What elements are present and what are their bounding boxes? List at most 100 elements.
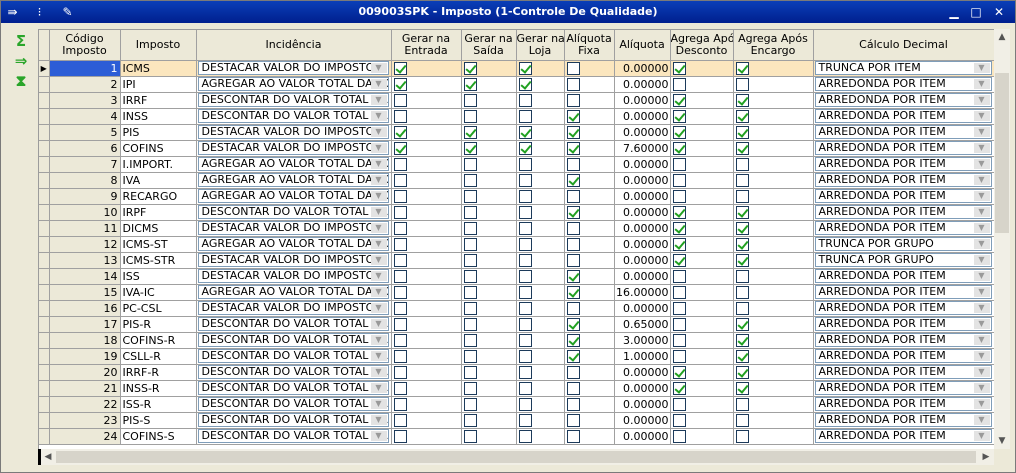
cell-codigo[interactable]: 10 [49, 204, 121, 221]
checkbox-unchecked[interactable] [735, 430, 749, 443]
checkbox-unchecked[interactable] [393, 94, 407, 107]
checkbox-unchecked[interactable] [518, 366, 532, 379]
dropdown-arrow-icon[interactable]: ▼ [370, 399, 387, 409]
cell-aliquota[interactable]: 0.00000 [614, 428, 671, 445]
dropdown-arrow-icon[interactable]: ▼ [973, 159, 990, 169]
cell-agrega-encargo[interactable] [733, 188, 814, 205]
cell-gerar-saida[interactable] [461, 428, 517, 445]
checkbox-unchecked[interactable] [518, 398, 532, 411]
cell-calculo[interactable]: ARREDONDA POR ITEM ▼ [813, 76, 994, 93]
cell-gerar-saida[interactable] [461, 380, 517, 397]
checkbox-checked[interactable] [735, 142, 749, 155]
row-indicator[interactable] [39, 316, 50, 333]
incidencia-select[interactable]: DESTACAR VALOR DO IMPOSTO ▼ [197, 301, 389, 315]
incidencia-select[interactable]: DESCONTAR DO VALOR TOTAL DA ▼ [197, 429, 389, 443]
checkbox-unchecked[interactable] [393, 222, 407, 235]
checkbox-checked[interactable] [566, 206, 580, 219]
dropdown-arrow-icon[interactable]: ▼ [973, 335, 990, 345]
checkbox-checked[interactable] [566, 318, 580, 331]
cell-agrega-desconto[interactable] [670, 396, 734, 413]
dropdown-arrow-icon[interactable]: ▼ [973, 255, 990, 265]
cell-agrega-encargo[interactable] [733, 364, 814, 381]
incidencia-select[interactable]: DESCONTAR DO VALOR TOTAL DA ▼ [197, 333, 389, 347]
cell-aliquota-fixa[interactable] [564, 300, 615, 317]
checkbox-unchecked[interactable] [518, 238, 532, 251]
cell-gerar-entrada[interactable] [391, 268, 462, 285]
cell-agrega-encargo[interactable] [733, 204, 814, 221]
checkbox-checked[interactable] [735, 222, 749, 235]
cell-codigo[interactable]: 24 [49, 428, 121, 445]
checkbox-unchecked[interactable] [672, 270, 686, 283]
cell-aliquota[interactable]: 0.00000 [614, 60, 671, 77]
checkbox-checked[interactable] [735, 318, 749, 331]
checkbox-unchecked[interactable] [566, 78, 580, 91]
cell-agrega-encargo[interactable] [733, 348, 814, 365]
incidencia-select[interactable]: DESCONTAR DO VALOR TOTAL DA ▼ [197, 109, 389, 123]
dropdown-arrow-icon[interactable]: ▼ [370, 351, 387, 361]
cell-aliquota-fixa[interactable] [564, 348, 615, 365]
checkbox-unchecked[interactable] [566, 158, 580, 171]
cell-imposto[interactable]: COFINS-R [120, 332, 197, 349]
cell-agrega-desconto[interactable] [670, 220, 734, 237]
checkbox-unchecked[interactable] [566, 414, 580, 427]
cell-calculo[interactable]: ARREDONDA POR ITEM ▼ [813, 92, 994, 109]
dropdown-arrow-icon[interactable]: ▼ [973, 207, 990, 217]
checkbox-unchecked[interactable] [518, 158, 532, 171]
cell-gerar-loja[interactable] [516, 396, 565, 413]
cell-aliquota[interactable]: 0.00000 [614, 204, 671, 221]
checkbox-unchecked[interactable] [518, 94, 532, 107]
dropdown-arrow-icon[interactable]: ▼ [973, 383, 990, 393]
cell-aliquota[interactable]: 0.00000 [614, 412, 671, 429]
dropdown-arrow-icon[interactable]: ▼ [370, 431, 387, 441]
incidencia-select[interactable]: DESTACAR VALOR DO IMPOSTO ▼ [197, 125, 389, 139]
cell-imposto[interactable]: INSS [120, 108, 197, 125]
cell-calculo[interactable]: ARREDONDA POR ITEM ▼ [813, 428, 994, 445]
checkbox-unchecked[interactable] [518, 350, 532, 363]
cell-calculo[interactable]: ARREDONDA POR ITEM ▼ [813, 268, 994, 285]
row-indicator[interactable] [39, 188, 50, 205]
incidencia-select[interactable]: DESTACAR VALOR DO IMPOSTO ▼ [197, 253, 389, 267]
incidencia-select[interactable]: DESTACAR VALOR DO IMPOSTO ▼ [197, 141, 389, 155]
row-indicator[interactable] [39, 172, 50, 189]
cell-aliquota-fixa[interactable] [564, 60, 615, 77]
cell-gerar-saida[interactable] [461, 60, 517, 77]
calculo-select[interactable]: ARREDONDA POR ITEM ▼ [814, 93, 992, 107]
table-row[interactable]: 5 PIS DESTACAR VALOR DO IMPOSTO ▼ 0.00000 ARR… [39, 124, 994, 141]
checkbox-checked[interactable] [735, 238, 749, 251]
column-header-agrega-desconto[interactable]: Agrega ApósDesconto [670, 30, 734, 61]
checkbox-unchecked[interactable] [672, 350, 686, 363]
cell-gerar-loja[interactable] [516, 140, 565, 157]
cell-codigo[interactable]: 11 [49, 220, 121, 237]
dropdown-arrow-icon[interactable]: ▼ [973, 271, 990, 281]
checkbox-unchecked[interactable] [566, 62, 580, 75]
calculo-select[interactable]: ARREDONDA POR ITEM ▼ [814, 381, 992, 395]
calculo-select[interactable]: ARREDONDA POR ITEM ▼ [814, 333, 992, 347]
cell-gerar-saida[interactable] [461, 252, 517, 269]
checkbox-unchecked[interactable] [518, 222, 532, 235]
column-header-aliquota-fixa[interactable]: Alíquota Fixa [564, 30, 615, 61]
dropdown-arrow-icon[interactable]: ▼ [973, 175, 990, 185]
incidencia-select[interactable]: DESCONTAR DO VALOR TOTAL DA ▼ [197, 365, 389, 379]
checkbox-checked[interactable] [566, 110, 580, 123]
cell-calculo[interactable]: ARREDONDA POR ITEM ▼ [813, 284, 994, 301]
row-indicator[interactable] [39, 108, 50, 125]
dropdown-arrow-icon[interactable]: ▼ [370, 303, 387, 313]
checkbox-unchecked[interactable] [463, 430, 477, 443]
cell-codigo[interactable]: 16 [49, 300, 121, 317]
cell-aliquota[interactable]: 7.60000 [614, 140, 671, 157]
cell-codigo[interactable]: 1 [49, 60, 121, 77]
cell-aliquota-fixa[interactable] [564, 76, 615, 93]
cell-agrega-encargo[interactable] [733, 108, 814, 125]
cell-gerar-loja[interactable] [516, 204, 565, 221]
dropdown-arrow-icon[interactable]: ▼ [370, 335, 387, 345]
checkbox-unchecked[interactable] [735, 78, 749, 91]
cell-aliquota[interactable]: 16.00000 [614, 284, 671, 301]
calculo-select[interactable]: ARREDONDA POR ITEM ▼ [814, 109, 992, 123]
table-row[interactable]: 20 IRRF-R DESCONTAR DO VALOR TOTAL DA ▼ 0.00… [39, 364, 994, 381]
dropdown-arrow-icon[interactable]: ▼ [370, 207, 387, 217]
cell-codigo[interactable]: 15 [49, 284, 121, 301]
cell-codigo[interactable]: 12 [49, 236, 121, 253]
cell-aliquota-fixa[interactable] [564, 236, 615, 253]
cell-gerar-loja[interactable] [516, 428, 565, 445]
horizontal-scrollbar[interactable]: ◀ ▶ [38, 449, 994, 465]
